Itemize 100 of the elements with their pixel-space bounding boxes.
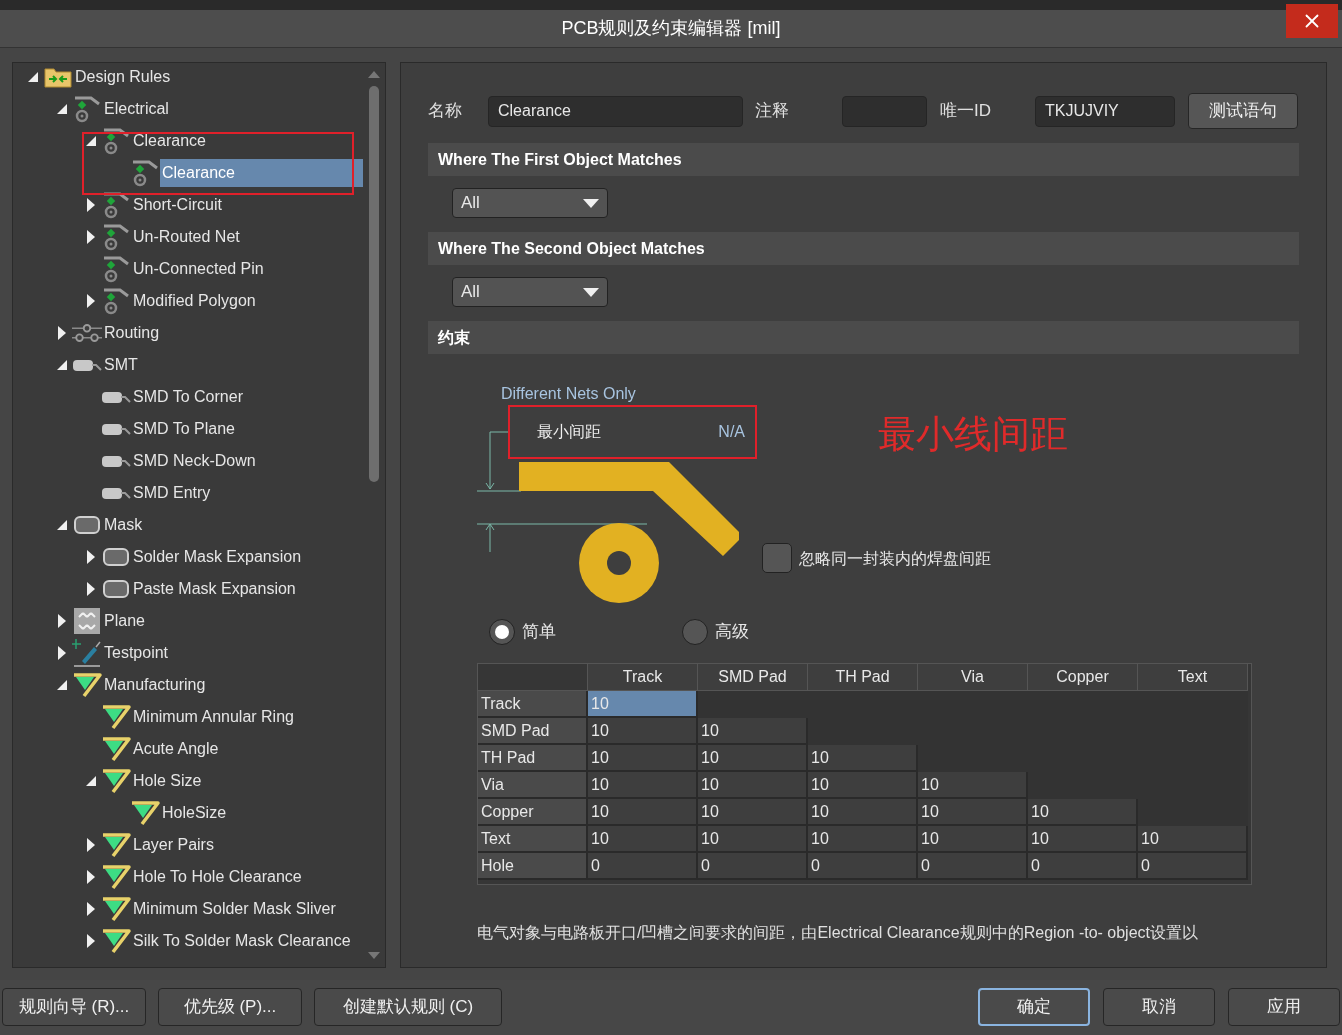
collapse-arrow-icon[interactable] xyxy=(57,680,67,690)
section-header: Where The First Object Matches xyxy=(428,143,1299,176)
mask-icon xyxy=(102,547,130,567)
table-cell[interactable]: 0 xyxy=(1138,853,1248,880)
collapse-arrow-icon[interactable] xyxy=(57,360,67,370)
dialog-button[interactable]: 确定 xyxy=(978,987,1090,1026)
tree-item[interactable]: Design Rules xyxy=(73,67,171,87)
tree-item[interactable]: Hole Size xyxy=(131,771,202,791)
scroll-down-icon[interactable] xyxy=(368,952,380,959)
collapse-arrow-icon[interactable] xyxy=(28,72,38,82)
name-field[interactable]: Clearance xyxy=(488,95,743,127)
scope-dropdown[interactable]: All xyxy=(452,277,608,307)
tree-item[interactable]: Clearance xyxy=(160,159,363,187)
expand-arrow-icon[interactable] xyxy=(87,198,95,212)
angle-icon xyxy=(72,672,102,698)
table-cell[interactable]: 10 xyxy=(698,718,808,745)
tree-item[interactable]: Un-Connected Pin xyxy=(131,259,264,279)
tree-item[interactable]: Short-Circuit xyxy=(131,195,222,215)
test-query-button[interactable]: 测试语句 xyxy=(1188,93,1298,129)
tree-item[interactable]: Un-Routed Net xyxy=(131,227,240,247)
tree-item[interactable]: SMD To Corner xyxy=(131,387,243,407)
tree-item[interactable]: Paste Mask Expansion xyxy=(131,579,296,599)
tree-item[interactable]: Electrical xyxy=(102,99,169,119)
expand-arrow-icon[interactable] xyxy=(87,870,95,884)
tree-item[interactable]: Hole To Hole Clearance xyxy=(131,867,302,887)
tree-item[interactable]: Silk To Solder Mask Clearance xyxy=(131,931,351,951)
expand-arrow-icon[interactable] xyxy=(87,902,95,916)
tree-item[interactable]: Modified Polygon xyxy=(131,291,256,311)
collapse-arrow-icon[interactable] xyxy=(86,776,96,786)
table-cell[interactable]: 0 xyxy=(588,853,698,880)
collapse-arrow-icon[interactable] xyxy=(86,136,96,146)
table-cell[interactable]: 10 xyxy=(588,772,698,799)
expand-arrow-icon[interactable] xyxy=(87,838,95,852)
collapse-arrow-icon[interactable] xyxy=(57,520,67,530)
table-cell[interactable]: 0 xyxy=(808,853,918,880)
trace-via-icon xyxy=(131,159,159,187)
table-cell[interactable]: 10 xyxy=(808,772,918,799)
table-cell[interactable]: 10 xyxy=(698,826,808,853)
tree-item[interactable]: Minimum Solder Mask Sliver xyxy=(131,899,336,919)
tree-item[interactable]: Mask xyxy=(102,515,143,535)
smd-pad-icon xyxy=(101,421,131,437)
tree-item[interactable]: HoleSize xyxy=(160,803,227,823)
tree-item[interactable]: Manufacturing xyxy=(102,675,206,695)
expand-arrow-icon[interactable] xyxy=(58,326,66,340)
tree-item[interactable]: SMD To Plane xyxy=(131,419,235,439)
table-cell[interactable]: 0 xyxy=(918,853,1028,880)
expand-arrow-icon[interactable] xyxy=(87,230,95,244)
expand-arrow-icon[interactable] xyxy=(87,934,95,948)
scroll-up-icon[interactable] xyxy=(368,71,380,78)
tree-item[interactable]: Minimum Annular Ring xyxy=(131,707,294,727)
expand-arrow-icon[interactable] xyxy=(58,646,66,660)
expand-arrow-icon[interactable] xyxy=(87,582,95,596)
scrollbar-thumb[interactable] xyxy=(369,86,379,482)
table-cell[interactable]: 10 xyxy=(698,799,808,826)
ignore-pads-checkbox[interactable] xyxy=(762,543,792,573)
tree-item[interactable]: Solder Mask Expansion xyxy=(131,547,302,567)
dialog-button[interactable]: 创建默认规则 (C) xyxy=(314,987,502,1026)
dialog-button[interactable]: 规则向导 (R)... xyxy=(2,987,146,1026)
table-cell[interactable]: 10 xyxy=(1028,826,1138,853)
table-cell[interactable]: 10 xyxy=(808,799,918,826)
table-cell[interactable]: 10 xyxy=(918,799,1028,826)
table-cell[interactable]: 10 xyxy=(1028,799,1138,826)
table-cell[interactable]: 10 xyxy=(588,826,698,853)
dialog-button[interactable]: 优先级 (P)... xyxy=(158,987,302,1026)
radio-button[interactable] xyxy=(489,619,515,645)
comment-field[interactable] xyxy=(842,95,927,127)
tree-item[interactable]: Routing xyxy=(102,323,160,343)
table-cell[interactable]: 10 xyxy=(808,826,918,853)
table-cell[interactable]: 10 xyxy=(918,772,1028,799)
row-header: Hole xyxy=(478,853,588,880)
tree-item[interactable]: SMD Neck-Down xyxy=(131,451,256,471)
table-cell[interactable]: 10 xyxy=(1138,826,1248,853)
dialog-button[interactable]: 取消 xyxy=(1103,987,1215,1026)
row-header: TH Pad xyxy=(478,745,588,772)
tree-item[interactable]: Acute Angle xyxy=(131,739,219,759)
expand-arrow-icon[interactable] xyxy=(58,614,66,628)
tree-item[interactable]: Clearance xyxy=(131,131,206,151)
trace-via-icon xyxy=(102,255,130,283)
close-button[interactable] xyxy=(1286,4,1338,38)
table-cell[interactable]: 10 xyxy=(698,745,808,772)
tree-item[interactable]: Plane xyxy=(102,611,145,631)
table-cell[interactable]: 10 xyxy=(698,772,808,799)
table-cell[interactable]: 10 xyxy=(588,799,698,826)
radio-button[interactable] xyxy=(682,619,708,645)
id-field[interactable]: TKJUJVIY xyxy=(1035,95,1175,127)
table-cell[interactable]: 10 xyxy=(588,718,698,745)
table-cell[interactable]: 10 xyxy=(588,745,698,772)
table-cell[interactable]: 0 xyxy=(1028,853,1138,880)
expand-arrow-icon[interactable] xyxy=(87,294,95,308)
scope-dropdown[interactable]: All xyxy=(452,188,608,218)
tree-item[interactable]: Testpoint xyxy=(102,643,169,663)
table-cell[interactable]: 10 xyxy=(918,826,1028,853)
collapse-arrow-icon[interactable] xyxy=(57,104,67,114)
dialog-button[interactable]: 应用 xyxy=(1228,987,1340,1026)
table-cell[interactable]: 0 xyxy=(698,853,808,880)
tree-item[interactable]: SMD Entry xyxy=(131,483,211,503)
tree-item[interactable]: SMT xyxy=(102,355,138,375)
expand-arrow-icon[interactable] xyxy=(87,550,95,564)
tree-item[interactable]: Layer Pairs xyxy=(131,835,214,855)
table-cell[interactable]: 10 xyxy=(808,745,918,772)
